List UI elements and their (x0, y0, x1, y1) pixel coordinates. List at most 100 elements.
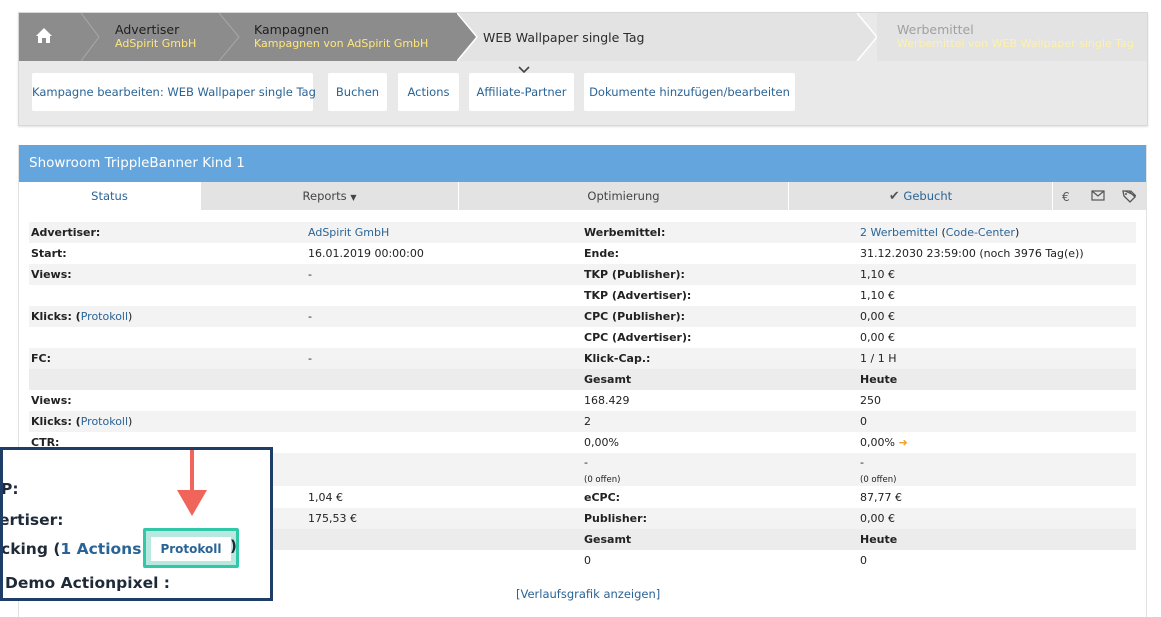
stats-clicks-label: Klicks: ( (31, 415, 81, 428)
paren: ) (128, 310, 133, 323)
views-today: 250 (860, 394, 881, 407)
clicks-label-cell: Klicks: (Protokoll) (31, 306, 132, 327)
callout-line-3: cking (1 Actions (1, 540, 141, 558)
tab-optimization[interactable]: Optimierung (459, 182, 789, 210)
advertiser-link[interactable]: AdSpirit GmbH (308, 222, 389, 243)
callout-tracking-label: cking ( (1, 540, 61, 558)
actions-total: - (584, 456, 588, 469)
breadcrumb-creatives[interactable]: Werbemittel Werbemittel von WEB Wallpape… (877, 13, 1147, 61)
affiliate-partner-button[interactable]: Affiliate-Partner (469, 73, 574, 111)
action-today: 0 (860, 554, 867, 567)
stats-clicks-label-cell: Klicks: (Protokoll) (31, 411, 132, 432)
breadcrumb-advertiser-sub: AdSpirit GmbH (115, 37, 197, 50)
breadcrumb-current-title: WEB Wallpaper single Tag (483, 30, 645, 45)
advertiser-cost-value: 175,53 € (308, 512, 357, 525)
tkp-publisher-label: TKP (Publisher): (584, 268, 685, 281)
cpc-publisher-value: 0,00 € (860, 310, 895, 323)
tag-icon[interactable] (1116, 182, 1142, 210)
tab-reports[interactable]: Reports ▼ (201, 182, 459, 210)
arrow-down-icon (177, 450, 207, 516)
creatives-cell: 2 Werbemittel (Code-Center) (860, 222, 1019, 243)
ecpc-value: 87,77 € (860, 491, 902, 504)
mail-icon[interactable] (1085, 182, 1111, 210)
views-value: - (308, 268, 312, 281)
creatives-label: Werbemittel: (584, 226, 666, 239)
tab-booked[interactable]: ✔ Gebucht (789, 182, 1053, 210)
table-row: CPC (Advertiser): 0,00 € (29, 327, 1136, 348)
campaign-navigation-panel: Advertiser AdSpirit GmbH Kampagnen Kampa… (18, 12, 1148, 126)
table-row: Views: 168.429 250 (29, 390, 1136, 411)
documents-button[interactable]: Dokumente hinzufügen/bearbeiten (584, 73, 795, 111)
stats-protokoll-link[interactable]: Protokoll (81, 415, 128, 428)
breadcrumb-advertiser[interactable]: Advertiser AdSpirit GmbH (81, 13, 239, 61)
ecpc-label: eCPC: (584, 491, 621, 504)
tab-status[interactable]: Status (19, 182, 201, 210)
svg-text:€: € (1062, 190, 1070, 202)
total-header-2: Gesamt (584, 533, 632, 546)
table-row: Gesamt Heute (29, 369, 1136, 390)
click-cap-value: 1 / 1 H (860, 352, 897, 365)
start-label: Start: (31, 247, 67, 260)
advertiser-label: Advertiser: (31, 226, 101, 239)
actions-today-cell: - (0 offen) (860, 455, 896, 487)
fc-label: FC: (31, 352, 51, 365)
paren: ( (938, 226, 946, 239)
table-row: Klicks: (Protokoll) 2 0 (29, 411, 1136, 432)
arrow-right-icon[interactable]: ➜ (898, 436, 907, 449)
caret-down-icon: ▼ (350, 193, 357, 202)
highlighted-protokoll-button[interactable]: Protokoll ) (143, 528, 239, 568)
publisher-label: Publisher: (584, 512, 647, 525)
start-value: 16.01.2019 00:00:00 (308, 247, 424, 260)
table-row: Advertiser: AdSpirit GmbH Werbemittel: 2… (29, 222, 1136, 243)
click-cap-label: Klick-Cap.: (584, 352, 651, 365)
actions-open: (0 offen) (584, 475, 621, 485)
breadcrumb-creatives-title: Werbemittel (897, 22, 974, 37)
callout-protokoll-link[interactable]: Protokoll (151, 537, 231, 561)
total-header: Gesamt (584, 373, 632, 386)
euro-icon[interactable]: € (1054, 182, 1080, 210)
tkp-publisher-value: 1,10 € (860, 268, 895, 281)
protokoll-link[interactable]: Protokoll (81, 310, 128, 323)
ctr-today: 0,00% (860, 436, 895, 449)
showroom-title: Showroom TrippleBanner Kind 1 (19, 145, 1146, 182)
show-chart-link[interactable]: [Verlaufsgrafik anzeigen] (516, 587, 660, 601)
actions-today-open: (0 offen) (860, 475, 897, 485)
cpc-publisher-label: CPC (Publisher): (584, 310, 686, 323)
callout-actions-link[interactable]: 1 Actions (60, 540, 141, 558)
tkp-advertiser-label: TKP (Advertiser): (584, 289, 692, 302)
creatives-link[interactable]: 2 Werbemittel (860, 226, 938, 239)
actions-button[interactable]: Actions (398, 73, 459, 111)
publisher-value: 0,00 € (860, 512, 895, 525)
showroom-tabs: Status Reports ▼ Optimierung ✔ Gebucht € (19, 182, 1146, 210)
ctr-today-cell: 0,00% ➜ (860, 432, 908, 453)
callout-line-4: Demo Actionpixel : (5, 574, 170, 592)
breadcrumb-campaigns-title: Kampagnen (254, 22, 329, 37)
clicks-value: - (308, 310, 312, 323)
checkmark-icon: ✔ (888, 189, 900, 204)
clicks-today: 0 (860, 415, 867, 428)
end-value: 31.12.2030 23:59:00 (noch 3976 Tag(e)) (860, 247, 1084, 260)
cpc-advertiser-value: 0,00 € (860, 331, 895, 344)
cpc-advertiser-label: CPC (Advertiser): (584, 331, 692, 344)
breadcrumb-current-campaign: WEB Wallpaper single Tag (457, 13, 877, 61)
breadcrumb-campaigns-sub: Kampagnen von AdSpirit GmbH (254, 37, 429, 50)
tkp-advertiser-value: 1,10 € (860, 289, 895, 302)
tab-reports-label: Reports (302, 189, 347, 203)
home-icon (36, 28, 52, 43)
action-total: 0 (584, 554, 591, 567)
table-row: FC: - Klick-Cap.: 1 / 1 H (29, 348, 1136, 369)
breadcrumb-campaigns[interactable]: Kampagnen Kampagnen von AdSpirit GmbH (219, 13, 477, 61)
zoom-callout: P: ertiser: cking (1 Actions Protokoll )… (0, 447, 273, 601)
today-header: Heute (860, 373, 898, 386)
tab-booked-label: Gebucht (903, 189, 953, 203)
clicks-label: Klicks: ( (31, 310, 81, 323)
breadcrumb-advertiser-title: Advertiser (115, 22, 180, 37)
code-center-link[interactable]: Code-Center (946, 226, 1015, 239)
stats-views-label: Views: (31, 394, 72, 407)
book-button[interactable]: Buchen (328, 73, 387, 111)
callout-paren: ) (230, 537, 237, 555)
table-row: Klicks: (Protokoll) - CPC (Publisher): 0… (29, 306, 1136, 327)
edit-campaign-button[interactable]: Kampagne bearbeiten: WEB Wallpaper singl… (32, 73, 316, 111)
callout-line-2: ertiser: (0, 511, 64, 529)
ctr-total: 0,00% (584, 436, 619, 449)
